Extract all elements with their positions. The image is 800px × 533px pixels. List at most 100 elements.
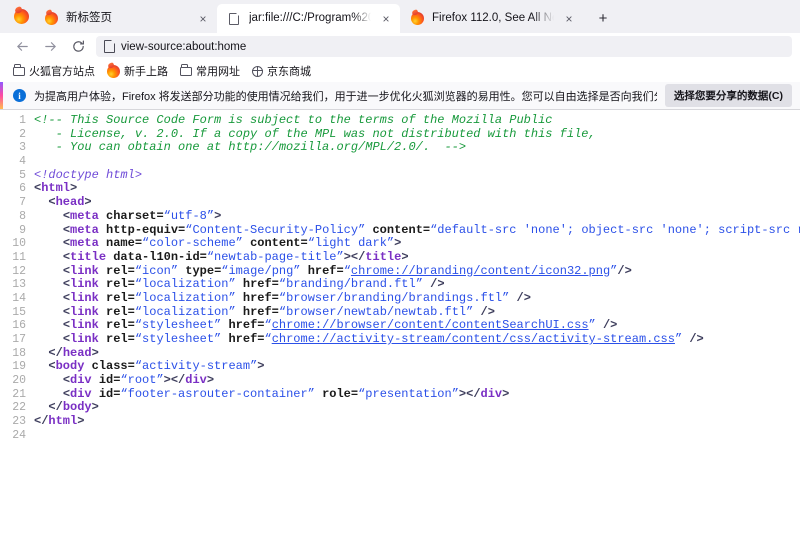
source-line: 3 - You can obtain one at http://mozilla… [0, 141, 800, 155]
bookmark-label: 常用网址 [196, 63, 240, 79]
source-token: div [70, 374, 92, 387]
source-token: link [70, 265, 99, 278]
source-token: > [84, 196, 91, 209]
app-logo [8, 0, 34, 33]
source-token: “newtab-page-title” [207, 251, 344, 264]
source-token [34, 401, 48, 414]
notification-bar: i 为提高用户体验，Firefox 将发送部分功能的使用情况给我们，用于进一步优… [0, 82, 800, 110]
source-token: body [63, 401, 92, 414]
source-token: div [70, 388, 92, 401]
globe-icon [252, 66, 263, 77]
source-line-code: <!-- This Source Code Form is subject to… [34, 114, 800, 128]
source-line: 7 <head> [0, 196, 800, 210]
source-line: 13 <link rel=“localization” href=“brandi… [0, 278, 800, 292]
source-token: meta [70, 237, 99, 250]
source-token: div [185, 374, 207, 387]
source-token: > [92, 401, 99, 414]
source-token: “browser/branding/brandings.ftl” [279, 292, 509, 305]
line-number: 9 [0, 224, 34, 238]
source-token: < [63, 292, 70, 305]
source-token: link [70, 278, 99, 291]
close-icon[interactable]: × [195, 11, 211, 27]
forward-button[interactable] [36, 35, 64, 59]
bookmark-item-3[interactable]: 京东商城 [247, 61, 316, 81]
source-line: 5<!doctype html> [0, 169, 800, 183]
source-token: meta [70, 224, 99, 237]
source-token: /> [423, 278, 445, 291]
source-token: meta [70, 210, 99, 223]
line-number: 23 [0, 415, 34, 429]
bookmark-label: 新手上路 [124, 63, 168, 79]
new-tab-button[interactable]: + [589, 4, 617, 33]
source-token: href= [301, 265, 344, 278]
source-link[interactable]: chrome://browser/content/contentSearchUI… [272, 319, 589, 332]
source-token: “default-src 'none'; object-src 'none'; … [430, 224, 800, 237]
source-token: charset= [99, 210, 164, 223]
source-token: < [63, 237, 70, 250]
line-number: 4 [0, 155, 34, 169]
source-token: < [63, 319, 70, 332]
browser-tab-3[interactable]: Firefox 112.0, See All New Fea × [400, 4, 583, 33]
source-link[interactable]: chrome://branding/content/icon32.png [351, 265, 610, 278]
line-number: 24 [0, 429, 34, 443]
source-line: 19 <body class=“activity-stream”> [0, 360, 800, 374]
bookmark-item-1[interactable]: 新手上路 [102, 61, 173, 81]
close-icon[interactable]: × [561, 11, 577, 27]
source-token: > [394, 237, 401, 250]
bookmark-item-2[interactable]: 常用网址 [175, 61, 245, 81]
source-token: - License, v. 2.0. If a copy of the MPL … [34, 128, 596, 141]
address-bar[interactable]: view-source:about:home [96, 36, 792, 57]
line-number: 16 [0, 319, 34, 333]
back-button[interactable] [8, 35, 36, 59]
source-line-code: - You can obtain one at http://mozilla.o… [34, 141, 800, 155]
firefox-logo-icon [107, 65, 120, 78]
source-token: “stylesheet” [135, 319, 221, 332]
browser-tab-2[interactable]: jar:file:///C:/Program%20Files/Mo × [217, 4, 400, 33]
source-token: link [70, 319, 99, 332]
source-token: “ [264, 319, 271, 332]
source-token: < [48, 360, 55, 373]
source-token: “localization” [135, 292, 236, 305]
line-number: 2 [0, 128, 34, 142]
source-line-code: <link rel=“localization” href=“branding/… [34, 278, 800, 292]
bookmark-label: 火狐官方站点 [29, 63, 95, 79]
source-token: name= [99, 237, 142, 250]
source-token: id= [92, 388, 121, 401]
source-token: link [70, 306, 99, 319]
bookmark-item-0[interactable]: 火狐官方站点 [8, 61, 100, 81]
source-token: /> [682, 333, 704, 346]
browser-tab-1[interactable]: 新标签页 × [34, 4, 217, 33]
source-token: /> [509, 292, 531, 305]
choose-shared-data-button[interactable]: 选择您要分享的数据(C) [665, 84, 792, 107]
source-token: ” [589, 319, 596, 332]
source-token: “presentation” [358, 388, 459, 401]
source-line-code: <link rel=“localization” href=“browser/n… [34, 306, 800, 320]
source-token [34, 224, 63, 237]
source-token: id= [92, 374, 121, 387]
source-token: type= [178, 265, 221, 278]
source-token: </ [351, 251, 365, 264]
source-line: 14 <link rel=“localization” href=“browse… [0, 292, 800, 306]
source-token: > [164, 374, 171, 387]
source-token: “localization” [135, 306, 236, 319]
source-token: “image/png” [221, 265, 300, 278]
source-token [34, 292, 63, 305]
source-token: “browser/newtab/newtab.ftl” [279, 306, 473, 319]
source-link[interactable]: chrome://activity-stream/content/css/act… [272, 333, 675, 346]
source-token: “footer-asrouter-container” [120, 388, 314, 401]
view-source-code-area[interactable]: 1<!-- This Source Code Form is subject t… [0, 110, 800, 532]
close-icon[interactable]: × [378, 11, 394, 27]
reload-button[interactable] [64, 35, 92, 59]
source-token [34, 388, 63, 401]
source-token: link [70, 292, 99, 305]
source-token: rel= [99, 333, 135, 346]
source-token: href= [236, 306, 279, 319]
tab-title: jar:file:///C:/Program%20Files/Mo [249, 11, 371, 26]
source-line: 4 [0, 155, 800, 169]
source-token: < [63, 306, 70, 319]
source-token: html [41, 182, 70, 195]
line-number: 14 [0, 292, 34, 306]
url-text[interactable]: view-source:about:home [121, 41, 246, 53]
source-token: link [70, 333, 99, 346]
source-line: 21 <div id=“footer-asrouter-container” r… [0, 388, 800, 402]
